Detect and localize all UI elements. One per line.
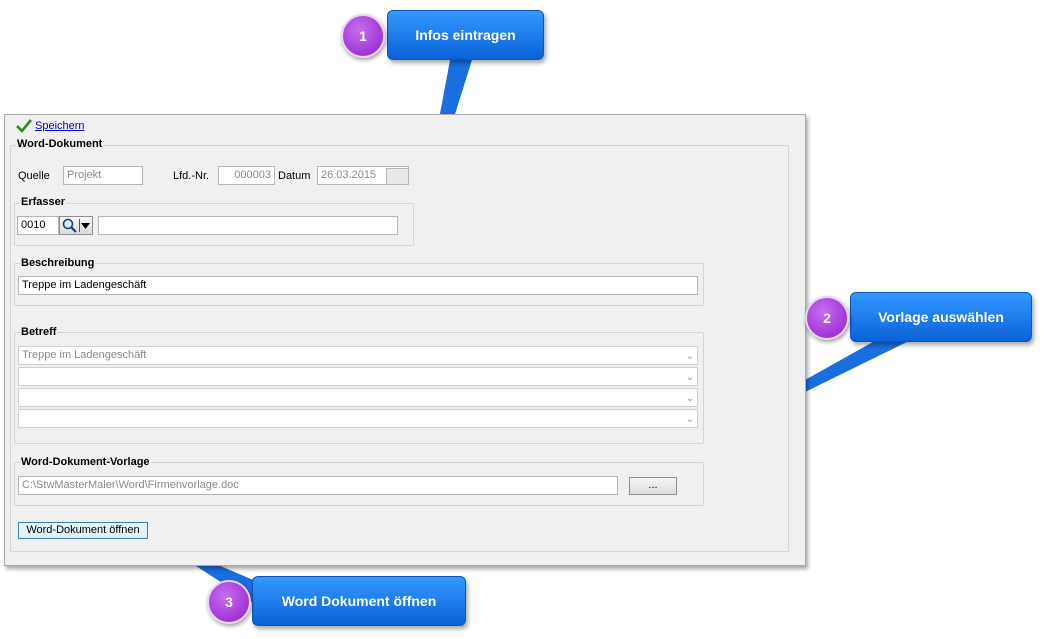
- quelle-field[interactable]: Projekt: [63, 166, 143, 185]
- beschreibung-field[interactable]: Treppe im Ladengeschäft: [18, 276, 698, 295]
- chevron-down-icon: ⌄: [685, 372, 694, 383]
- vorlage-group-title: Word-Dokument-Vorlage: [20, 456, 151, 468]
- save-label: Speichern: [35, 120, 85, 132]
- erfasser-name-field[interactable]: [98, 216, 398, 235]
- date-picker-button[interactable]: [386, 168, 409, 185]
- betreff-line-2[interactable]: ⌄: [18, 367, 698, 386]
- word-document-dialog: Speichern Word-Dokument Quelle Projekt L…: [4, 114, 806, 566]
- betreff-line-1[interactable]: Treppe im Ladengeschäft ⌄: [18, 346, 698, 365]
- betreff-line-3[interactable]: ⌄: [18, 388, 698, 407]
- search-icon: [62, 218, 77, 233]
- erfasser-code-field[interactable]: 0010: [17, 216, 59, 235]
- datum-label: Datum: [278, 170, 311, 182]
- chevron-down-icon: ⌄: [685, 414, 694, 425]
- callout-3-text: Word Dokument öffnen: [281, 593, 437, 609]
- chevron-down-icon: ⌄: [685, 351, 694, 362]
- erfasser-group-title: Erfasser: [20, 196, 67, 208]
- callout-1-text: Infos eintragen: [415, 27, 516, 43]
- vorlage-path-field[interactable]: C:\StwMasterMaler\Word\Firmenvorlage.doc: [18, 476, 618, 495]
- callout-vorlage-auswaehlen: Vorlage auswählen: [850, 292, 1032, 342]
- quelle-label: Quelle: [18, 170, 50, 182]
- betreff-line-1-text: Treppe im Ladengeschäft: [22, 349, 147, 361]
- chevron-down-icon: ⌄: [685, 393, 694, 404]
- callout-infos-eintragen: Infos eintragen: [387, 10, 544, 60]
- word-document-group-title: Word-Dokument: [16, 138, 104, 150]
- lfd-nr-label: Lfd.-Nr.: [173, 170, 210, 182]
- callout-1-badge: 1: [341, 14, 385, 58]
- open-word-document-button[interactable]: Word-Dokument öffnen: [18, 522, 148, 539]
- checkmark-icon: [16, 119, 32, 133]
- erfasser-lookup-button[interactable]: [59, 216, 93, 235]
- callout-2-badge: 2: [805, 296, 849, 340]
- betreff-line-4[interactable]: ⌄: [18, 409, 698, 428]
- betreff-group-title: Betreff: [20, 326, 58, 338]
- callout-word-dokument-oeffnen: Word Dokument öffnen: [252, 576, 466, 626]
- save-button[interactable]: Speichern: [16, 119, 85, 133]
- browse-button[interactable]: ...: [629, 477, 677, 495]
- callout-2-text: Vorlage auswählen: [878, 309, 1004, 325]
- beschreibung-group-title: Beschreibung: [20, 257, 96, 269]
- callout-3-badge: 3: [207, 580, 251, 624]
- lfd-nr-field[interactable]: 000003: [218, 166, 275, 185]
- dropdown-arrow-icon: [81, 222, 90, 229]
